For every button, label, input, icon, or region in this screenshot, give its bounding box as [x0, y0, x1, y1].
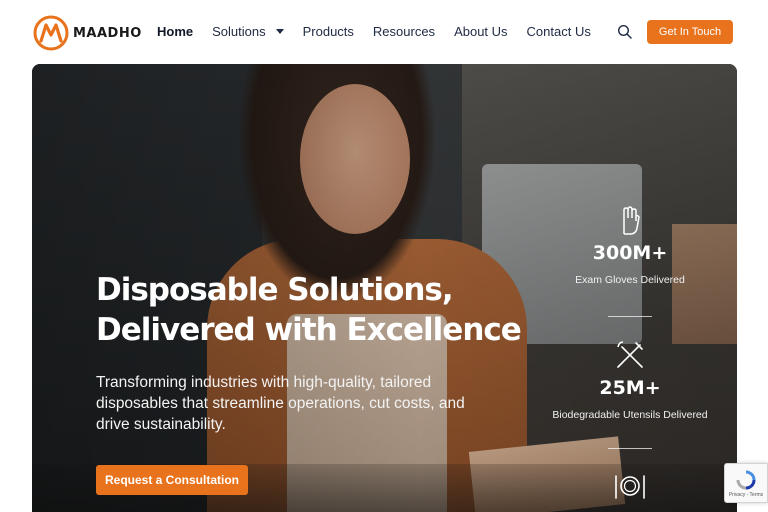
nav-products-label: Products [302, 24, 354, 39]
nav-contact-us[interactable]: Contact Us [527, 24, 591, 39]
nav-solutions[interactable]: Solutions [212, 24, 284, 39]
nav-home[interactable]: Home [157, 24, 193, 39]
stat-gloves-label: Exam Gloves Delivered [575, 274, 685, 286]
hero-subtitle: Transforming industries with high-qualit… [96, 374, 465, 433]
recaptcha-icon [736, 470, 756, 489]
stat-utensils-label: Biodegradable Utensils Delivered [552, 409, 708, 421]
hero-section: Disposable Solutions, Delivered with Exc… [32, 64, 737, 512]
nav-home-label: Home [157, 24, 194, 39]
nav-about-label: About Us [454, 24, 508, 39]
nav-contact-label: Contact Us [526, 24, 591, 39]
main-menu: Home Solutions Products Resources About … [157, 24, 610, 39]
get-in-touch-button[interactable]: Get In Touch [647, 20, 733, 44]
recaptcha-links[interactable]: Privacy - Terms [729, 492, 763, 498]
search-icon[interactable] [617, 24, 633, 40]
stat-utensils-value: 25M+ [599, 377, 661, 399]
plate-icon [615, 475, 645, 499]
stat-plates [545, 472, 715, 500]
nav-solutions-label: Solutions [212, 24, 266, 39]
hero-title-line-2: Delivered with Excellence [96, 312, 522, 348]
brand-logo[interactable]: MAADHO [33, 15, 142, 51]
logo-mark-icon [33, 15, 69, 51]
stat-utensils: 25M+ Biodegradable Utensils Delivered [545, 339, 715, 421]
brand-name: MAADHO [73, 25, 142, 41]
nav-products[interactable]: Products [303, 24, 354, 39]
hero-title: Disposable Solutions, Delivered with Exc… [96, 270, 522, 350]
recaptcha-badge[interactable]: Privacy - Terms [724, 463, 768, 503]
stat-divider [608, 316, 652, 317]
nav-about-us[interactable]: About Us [454, 24, 507, 39]
hero-title-line-1: Disposable Solutions, [96, 272, 454, 308]
top-nav: MAADHO Home Solutions Products Resources… [0, 0, 768, 64]
stat-gloves: 300M+ Exam Gloves Delivered [545, 206, 715, 286]
utensils-icon [617, 341, 643, 368]
chevron-down-icon [275, 29, 284, 34]
stat-divider [608, 448, 652, 449]
request-consultation-button[interactable]: Request a Consultation [96, 465, 248, 495]
nav-resources[interactable]: Resources [373, 24, 435, 39]
stat-gloves-value: 300M+ [592, 242, 668, 264]
nav-resources-label: Resources [372, 24, 436, 39]
glove-icon [623, 206, 640, 235]
